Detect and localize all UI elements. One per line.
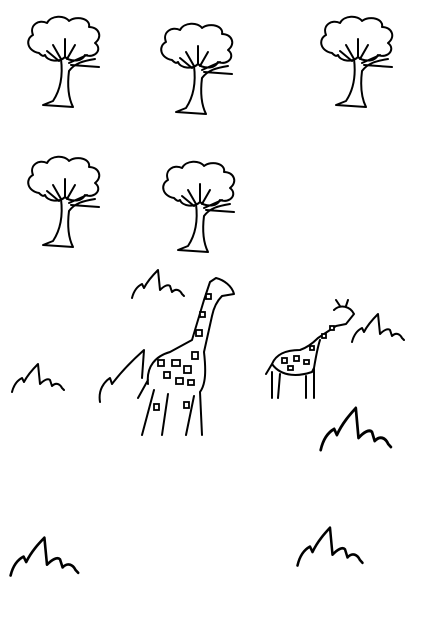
grass-icon — [11, 363, 65, 393]
tree-icon — [320, 15, 394, 108]
tree-icon — [162, 160, 236, 253]
grass-icon — [98, 349, 145, 403]
giraffe-icon — [265, 299, 355, 399]
grass-icon — [131, 269, 185, 299]
grass-icon — [351, 313, 405, 343]
tree-icon — [160, 22, 234, 115]
grass-icon — [9, 536, 80, 577]
savanna-drawing — [9, 15, 405, 577]
giraffe-icon — [137, 277, 235, 436]
tree-icon — [27, 15, 101, 108]
tree-icon — [27, 155, 101, 248]
grass-icon — [319, 406, 393, 452]
grass-icon — [296, 526, 364, 567]
